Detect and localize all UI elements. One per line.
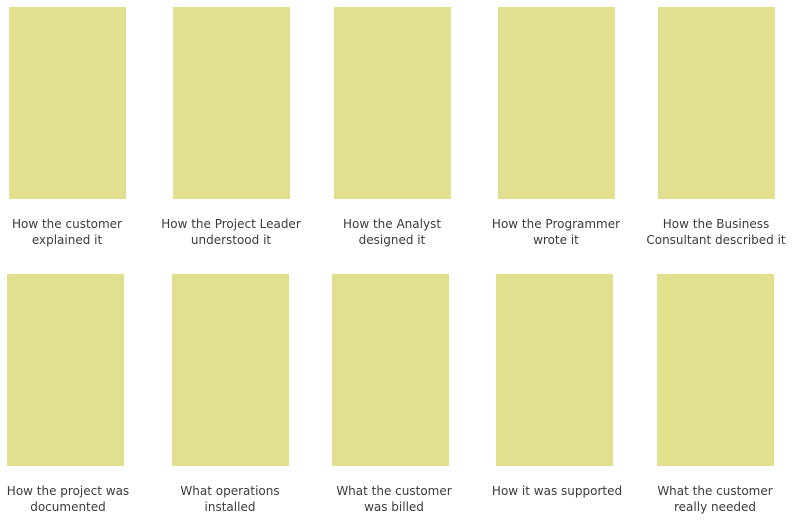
panel-caption-4-line1: How the Programmer	[491, 217, 621, 231]
panel-caption-5-line1: How the Business	[662, 217, 770, 231]
panel-card-2	[173, 7, 290, 199]
panel-caption-5-line2: Consultant described it	[646, 233, 786, 247]
panel-caption-9-line1: How it was supported	[491, 484, 623, 498]
panel-card-4	[498, 7, 615, 199]
panel-card-9	[496, 274, 613, 466]
panel-card-5	[658, 7, 775, 199]
panel-card-10	[657, 274, 774, 466]
panel-caption-10-line1: What the customer	[657, 484, 773, 498]
panel-caption-8: What the customer was billed	[309, 483, 479, 515]
panel-caption-1: How the customer explained it	[0, 216, 152, 248]
panel-caption-3-line2: designed it	[358, 233, 426, 247]
panel-caption-8-line1: What the customer	[336, 484, 452, 498]
panel-caption-6: How the project was documented	[0, 483, 153, 515]
panel-caption-10: What the customer really needed	[630, 483, 795, 515]
panel-caption-5: How the Business Consultant described it	[631, 216, 795, 248]
panel-caption-6-line1: How the project was	[6, 484, 130, 498]
panel-caption-7-line1: What operations	[180, 484, 280, 498]
panel-caption-2: How the Project Leader understood it	[146, 216, 316, 248]
panel-caption-8-line2: was billed	[364, 500, 424, 514]
panel-card-8	[332, 274, 449, 466]
panel-card-1	[9, 7, 126, 199]
panel-card-6	[7, 274, 124, 466]
panel-caption-10-line2: really needed	[674, 500, 756, 514]
panel-caption-7-line2: installed	[204, 500, 256, 514]
panel-caption-6-line2: documented	[30, 500, 106, 514]
panel-caption-1-line1: How the customer	[11, 217, 122, 231]
panel-caption-2-line1: How the Project Leader	[161, 217, 301, 231]
panel-card-3	[334, 7, 451, 199]
panel-caption-3: How the Analyst designed it	[307, 216, 477, 248]
panel-caption-4-line2: wrote it	[533, 233, 579, 247]
panel-caption-7: What operations installed	[145, 483, 315, 515]
panel-caption-9: How it was supported	[472, 483, 642, 499]
panel-caption-2-line2: understood it	[190, 233, 272, 247]
panel-caption-4: How the Programmer wrote it	[471, 216, 641, 248]
panel-card-7	[172, 274, 289, 466]
panel-caption-3-line1: How the Analyst	[342, 217, 442, 231]
panel-caption-1-line2: explained it	[31, 233, 103, 247]
